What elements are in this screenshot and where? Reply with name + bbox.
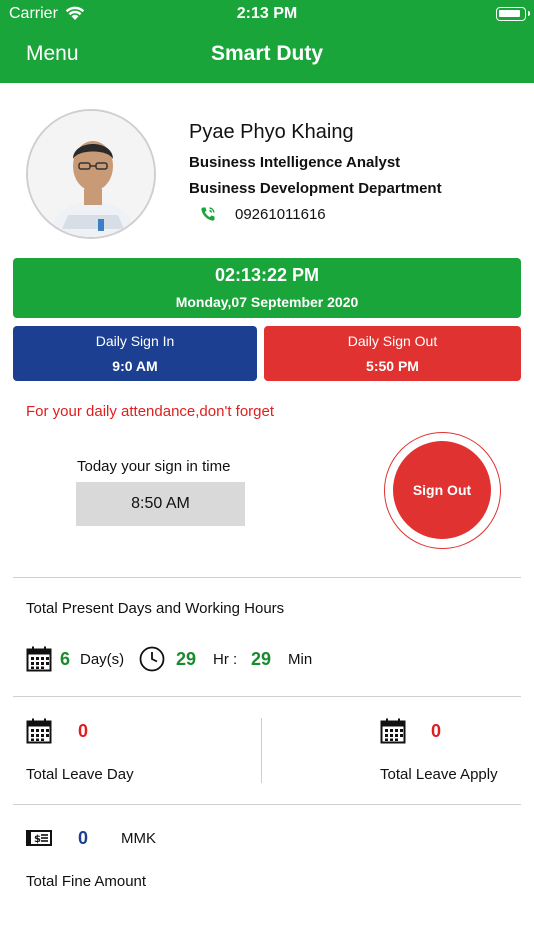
- fine-currency: MMK: [121, 830, 156, 847]
- leave-day-count: 0: [78, 721, 89, 741]
- minutes-unit: Min: [288, 651, 313, 668]
- fine-amount: 0: [78, 828, 89, 848]
- daily-sign-in-panel: Daily Sign In 9:0 AM: [13, 326, 257, 381]
- phone-number[interactable]: 09261011616: [235, 206, 326, 223]
- divider: [13, 577, 521, 578]
- working-hours: 29: [176, 649, 197, 669]
- job-title: Business Intelligence Analyst: [189, 154, 401, 171]
- today-sign-in-label: Today your sign in time: [77, 458, 231, 475]
- daily-sign-in-label: Daily Sign In: [95, 333, 175, 349]
- daily-sign-out-label: Daily Sign Out: [347, 333, 438, 349]
- leave-day-label: Total Leave Day: [26, 766, 134, 783]
- divider: [13, 696, 521, 697]
- page-title: Smart Duty: [210, 42, 324, 65]
- current-time-panel: 02:13:22 PM Monday,07 September 2020: [13, 258, 521, 318]
- status-time: 2:13 PM: [236, 5, 298, 22]
- daily-sign-out-time: 5:50 PM: [366, 358, 419, 374]
- working-minutes: 29: [251, 649, 272, 669]
- navigation-bar: Carrier 2:13 PM Menu Smart Duty: [0, 0, 534, 83]
- present-days-count: 6: [60, 649, 71, 669]
- current-time: 02:13:22 PM: [214, 265, 320, 285]
- status-bar: Carrier 2:13 PM: [0, 0, 534, 30]
- current-date: Monday,07 September 2020: [175, 294, 359, 310]
- battery-icon: [496, 7, 530, 21]
- phone-icon: [200, 206, 216, 227]
- sign-out-button-ring[interactable]: Sign Out: [384, 432, 501, 549]
- employee-name: Pyae Phyo Khaing: [189, 121, 354, 143]
- calendar-icon: [26, 646, 52, 677]
- leave-apply-count: 0: [431, 721, 442, 741]
- present-section-title: Total Present Days and Working Hours: [26, 600, 285, 617]
- attendance-reminder: For your daily attendance,don't forget: [26, 403, 275, 420]
- daily-sign-in-time: 9:0 AM: [112, 358, 158, 374]
- svg-text:$: $: [34, 834, 41, 845]
- vertical-divider: [261, 718, 262, 783]
- sign-out-button[interactable]: Sign Out: [393, 441, 491, 539]
- money-icon: $: [26, 830, 52, 851]
- hours-unit: Hr :: [213, 651, 238, 668]
- calendar-icon: [26, 718, 52, 749]
- leave-apply-label: Total Leave Apply: [380, 766, 498, 783]
- divider: [13, 804, 521, 805]
- fine-label: Total Fine Amount: [26, 873, 147, 890]
- clock-icon: [139, 646, 165, 677]
- daily-sign-out-panel: Daily Sign Out 5:50 PM: [264, 326, 521, 381]
- present-days-unit: Day(s): [80, 651, 125, 668]
- today-sign-in-time: 8:50 AM: [76, 482, 245, 526]
- department: Business Development Department: [189, 180, 442, 197]
- avatar: [26, 109, 156, 239]
- calendar-icon: [380, 718, 406, 749]
